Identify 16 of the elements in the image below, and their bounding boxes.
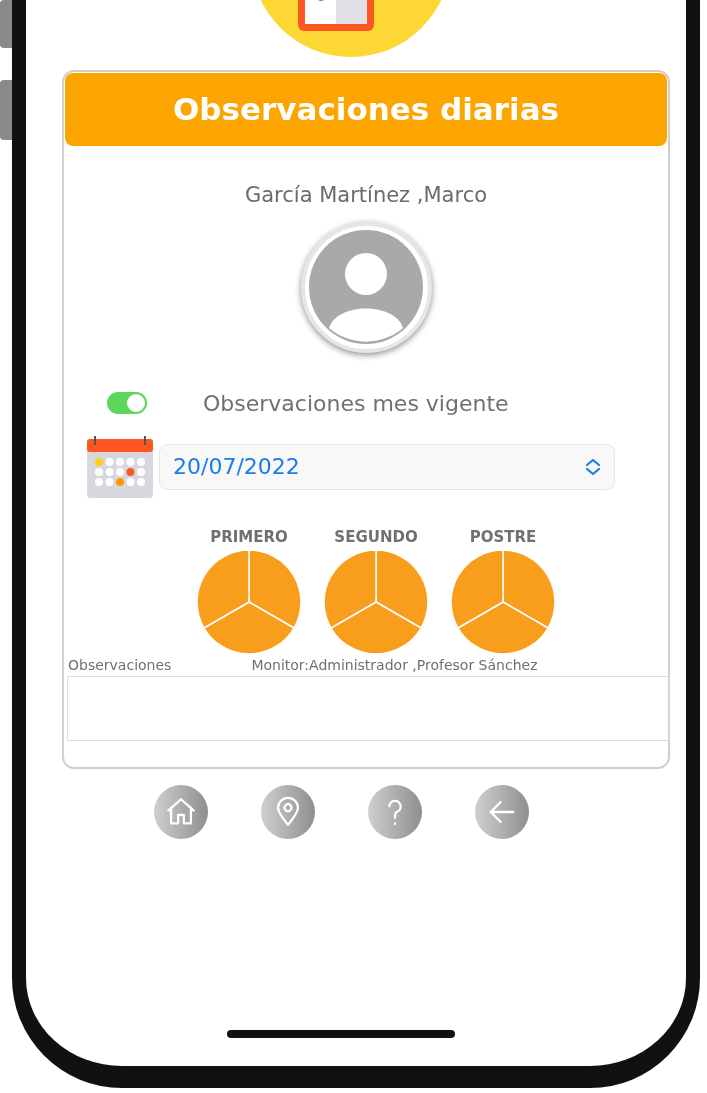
home-icon[interactable]: [153, 785, 208, 839]
toggle-label: Observaciones mes vigente: [203, 389, 509, 418]
meal-label: PRIMERO: [210, 526, 288, 548]
date-select[interactable]: 20/07/2022: [159, 443, 615, 490]
header-title: Observaciones diarias: [65, 73, 667, 146]
chevron-up-down-icon: [585, 457, 601, 476]
observations-label: Observaciones: [68, 656, 172, 675]
location-pin-icon[interactable]: [260, 785, 315, 839]
observations-field[interactable]: [67, 676, 670, 741]
help-icon[interactable]: [367, 785, 422, 839]
meal-label: SEGUNDO: [334, 526, 418, 548]
calendar-icon: [87, 435, 153, 498]
toggle-switch[interactable]: [107, 392, 147, 414]
monitor-text: Monitor:Administrador ,Profesor Sánchez: [251, 656, 538, 675]
student-name: García Martínez ,Marco: [244, 182, 488, 209]
meal-label: POSTRE: [469, 526, 537, 548]
